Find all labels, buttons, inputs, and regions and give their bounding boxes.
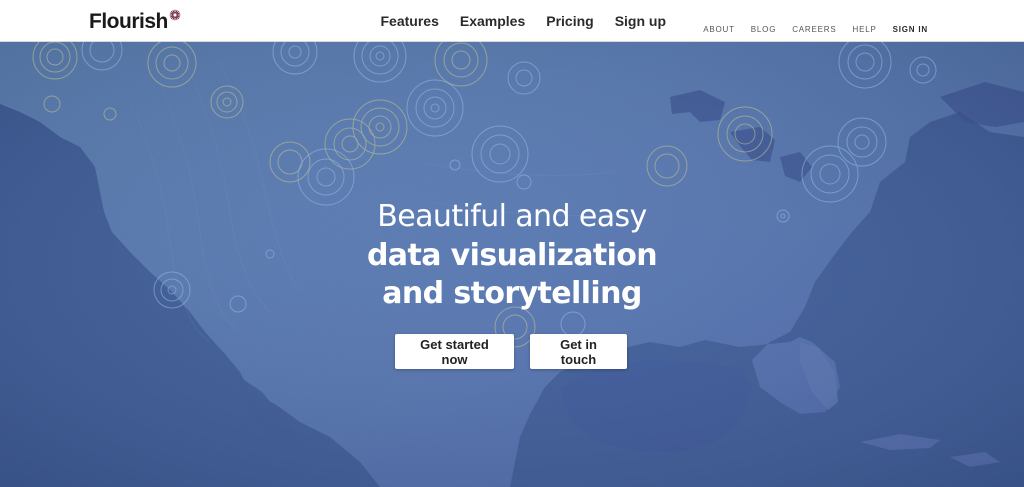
nav-signin-link[interactable]: SIGN IN bbox=[893, 8, 928, 34]
nav-examples-link[interactable]: Examples bbox=[460, 0, 525, 42]
flourish-logo[interactable]: Flourish bbox=[89, 9, 181, 35]
nav-careers-link[interactable]: CAREERS bbox=[792, 8, 836, 34]
hero-headline: Beautiful and easy data visualization an… bbox=[0, 197, 1024, 313]
hero-cta-group: Get started now Get in touch bbox=[0, 334, 1024, 369]
nav-signup-link[interactable]: Sign up bbox=[615, 0, 666, 42]
secondary-nav: ABOUT BLOG CAREERS HELP SIGN IN bbox=[703, 0, 928, 42]
hero-headline-text: Beautiful and easy data visualization an… bbox=[0, 197, 1024, 313]
nav-help-link[interactable]: HELP bbox=[853, 8, 877, 34]
hero-line-1: Beautiful and easy bbox=[377, 199, 647, 234]
starburst-icon bbox=[169, 9, 181, 21]
main-nav: Features Examples Pricing Sign up bbox=[370, 0, 677, 42]
nav-features-link[interactable]: Features bbox=[381, 0, 439, 42]
nav-about-link[interactable]: ABOUT bbox=[703, 8, 735, 34]
site-header: Flourish Features Examples Pricing Sign … bbox=[0, 0, 1024, 42]
nav-pricing-link[interactable]: Pricing bbox=[546, 0, 593, 42]
hero-section: Beautiful and easy data visualization an… bbox=[0, 42, 1024, 487]
get-started-button[interactable]: Get started now bbox=[395, 334, 514, 369]
get-in-touch-button[interactable]: Get in touch bbox=[530, 334, 627, 369]
nav-blog-link[interactable]: BLOG bbox=[751, 8, 776, 34]
hero-line-2: data visualization bbox=[366, 238, 658, 273]
hero-line-3: and storytelling bbox=[382, 276, 642, 311]
logo-wordmark: Flourish bbox=[89, 10, 168, 33]
